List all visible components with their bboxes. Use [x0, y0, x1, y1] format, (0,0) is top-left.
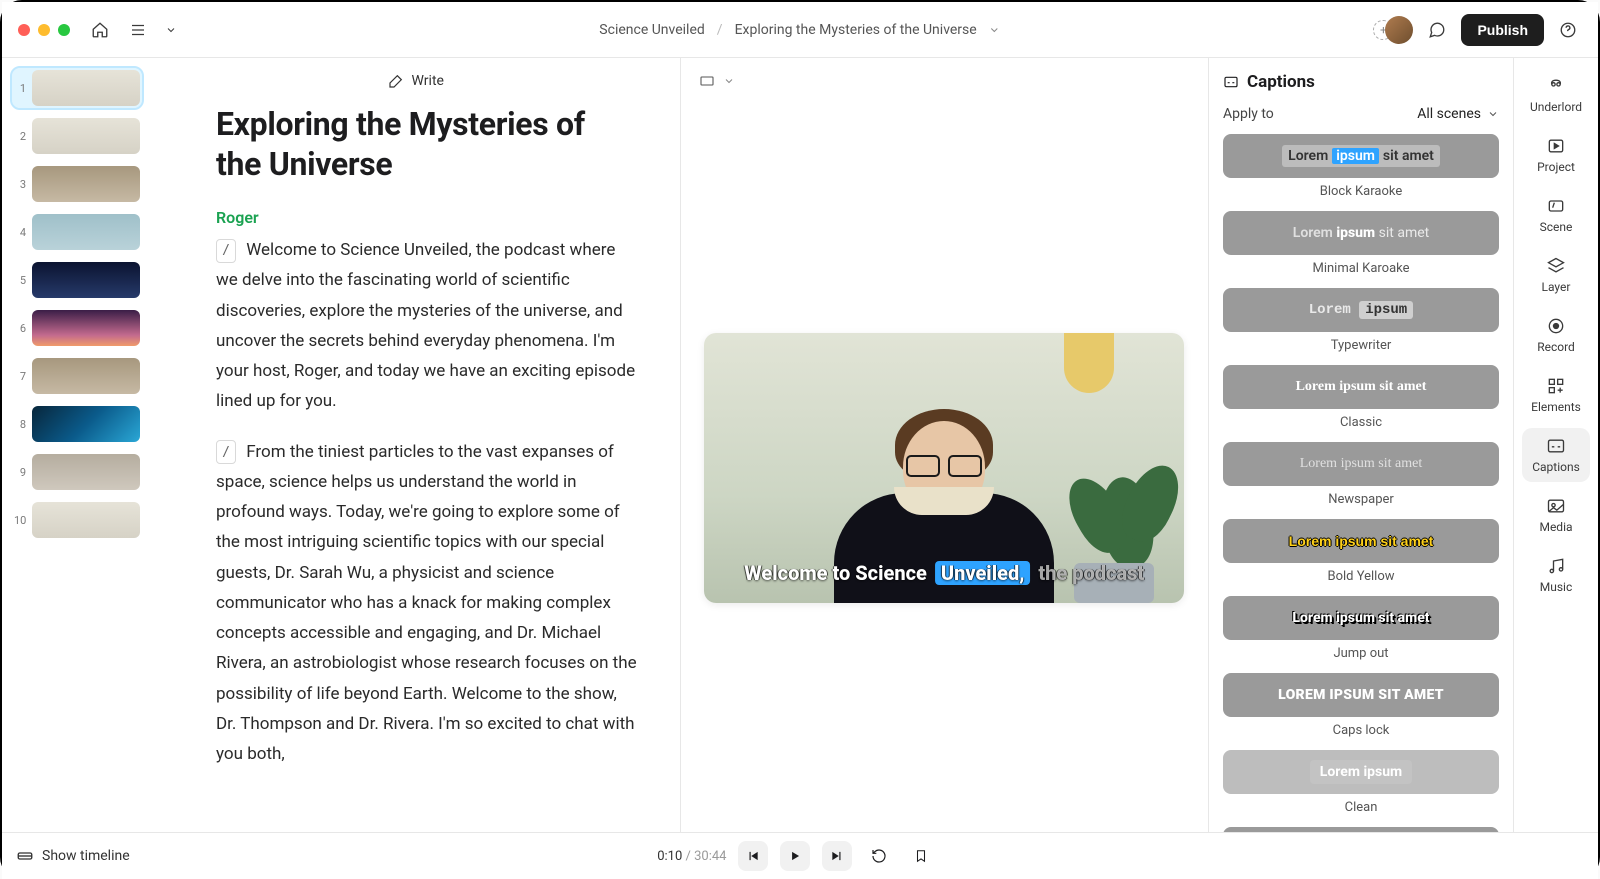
preset-typewriter[interactable]: Lorem ipsum Typewriter — [1223, 288, 1499, 353]
scene-marker-icon: / — [216, 239, 236, 263]
content: Write Exploring the Mysteries of the Uni… — [152, 58, 1208, 832]
captions-panel: Captions Apply to All scenes Lorem ipsum… — [1208, 58, 1513, 832]
caption-word: Welcome to Science — [744, 561, 927, 585]
preset-clean[interactable]: Lorem ipsum Clean — [1223, 750, 1499, 815]
scene-filmstrip: 1 2 3 4 5 6 7 8 9 10 — [2, 58, 152, 832]
bottom-bar: Show timeline 0:10 / 30:44 — [2, 832, 1598, 879]
bookmark-button[interactable] — [906, 841, 936, 871]
chevron-down-icon[interactable] — [989, 24, 1001, 36]
preset-mono[interactable]: Lorem ipsum sit amet — [1223, 827, 1499, 832]
rail-music[interactable]: Music — [1522, 548, 1590, 602]
scene-thumb-2[interactable]: 2 — [12, 116, 142, 156]
page-title[interactable]: Exploring the Mysteries of the Universe — [216, 104, 636, 184]
script-body[interactable]: Exploring the Mysteries of the Universe … — [152, 104, 680, 832]
collaborators[interactable]: + — [1373, 16, 1413, 44]
script-tabs: Write — [152, 58, 680, 104]
rail-underlord[interactable]: Underlord — [1522, 68, 1590, 122]
caption-overlay: Welcome to Science Unveiled, the podcast — [744, 561, 1144, 585]
preset-newspaper[interactable]: Lorem ipsum sit amet Newspaper — [1223, 442, 1499, 507]
rail-scene[interactable]: Scene — [1522, 188, 1590, 242]
window-controls — [18, 24, 70, 36]
script-paragraph-2[interactable]: / From the tiniest particles to the vast… — [216, 437, 640, 770]
tool-rail: Underlord Project Scene Layer Record Ele… — [1513, 58, 1598, 832]
apply-to-label: Apply to — [1223, 106, 1274, 122]
show-timeline-button[interactable]: Show timeline — [16, 847, 130, 865]
scene-thumb-7[interactable]: 7 — [12, 356, 142, 396]
minimize-window-icon[interactable] — [38, 24, 50, 36]
main: 1 2 3 4 5 6 7 8 9 10 Write Exploring the… — [2, 58, 1598, 832]
scene-thumb-3[interactable]: 3 — [12, 164, 142, 204]
speaker-label[interactable]: Roger — [216, 208, 640, 227]
scene-thumb-1[interactable]: 1 — [12, 68, 142, 108]
apply-to-selector[interactable]: All scenes — [1417, 106, 1499, 122]
rail-record[interactable]: Record — [1522, 308, 1590, 362]
scene-thumb-5[interactable]: 5 — [12, 260, 142, 300]
breadcrumb-episode[interactable]: Exploring the Mysteries of the Universe — [735, 22, 977, 38]
home-button[interactable] — [86, 16, 114, 44]
rail-media[interactable]: Media — [1522, 488, 1590, 542]
captions-icon — [1223, 74, 1239, 90]
apply-to-row: Apply to All scenes — [1223, 106, 1499, 122]
tab-write[interactable]: Write — [412, 73, 444, 89]
scene-marker-icon: / — [216, 440, 236, 464]
breadcrumb: Science Unveiled / Exploring the Mysteri… — [599, 22, 1000, 38]
preset-minimal-karaoke[interactable]: Lorem ipsum sit amet Minimal Karoake — [1223, 211, 1499, 276]
scene-thumb-9[interactable]: 9 — [12, 452, 142, 492]
publish-button[interactable]: Publish — [1461, 14, 1544, 46]
chevron-down-icon — [1487, 108, 1499, 120]
preview-column: Welcome to Science Unveiled, the podcast — [681, 58, 1209, 832]
next-scene-button[interactable] — [822, 841, 852, 871]
help-button[interactable] — [1554, 16, 1582, 44]
script-paragraph-1[interactable]: / Welcome to Science Unveiled, the podca… — [216, 235, 640, 417]
rail-elements[interactable]: Elements — [1522, 368, 1590, 422]
transport-controls: 0:10 / 30:44 — [657, 841, 936, 871]
pencil-icon — [388, 73, 404, 89]
preview-lamp-decor — [1064, 333, 1114, 393]
timeline-icon — [16, 847, 34, 865]
caption-word-highlighted: Unveiled, — [935, 561, 1031, 585]
scene-thumb-8[interactable]: 8 — [12, 404, 142, 444]
breadcrumb-project[interactable]: Science Unveiled — [599, 22, 704, 38]
close-window-icon[interactable] — [18, 24, 30, 36]
preset-jump-out[interactable]: Lorem ipsum sit amet Jump out — [1223, 596, 1499, 661]
menu-button[interactable] — [124, 16, 152, 44]
preview-toolbar — [681, 58, 1209, 104]
caption-preset-list: Lorem ipsum sit amet Block Karaoke Lorem… — [1223, 134, 1499, 832]
scene-thumb-10[interactable]: 10 — [12, 500, 142, 540]
rail-project[interactable]: Project — [1522, 128, 1590, 182]
video-canvas[interactable]: Welcome to Science Unveiled, the podcast — [704, 333, 1184, 603]
aspect-ratio-icon[interactable] — [699, 73, 715, 89]
chevron-down-icon[interactable] — [723, 75, 735, 87]
loop-button[interactable] — [864, 841, 894, 871]
breadcrumb-separator-icon: / — [717, 22, 723, 38]
comments-button[interactable] — [1423, 16, 1451, 44]
maximize-window-icon[interactable] — [58, 24, 70, 36]
scene-thumb-6[interactable]: 6 — [12, 308, 142, 348]
topbar: Science Unveiled / Exploring the Mysteri… — [2, 2, 1598, 58]
rail-captions[interactable]: Captions — [1522, 428, 1590, 482]
script-column: Write Exploring the Mysteries of the Uni… — [152, 58, 681, 832]
preset-bold-yellow[interactable]: Lorem ipsum sit amet Bold Yellow — [1223, 519, 1499, 584]
caption-word-upcoming: the podcast — [1038, 561, 1144, 585]
prev-scene-button[interactable] — [738, 841, 768, 871]
preset-caps-lock[interactable]: LOREM IPSUM SIT AMET Caps lock — [1223, 673, 1499, 738]
avatar[interactable] — [1385, 16, 1413, 44]
menu-chevron-icon[interactable] — [162, 16, 180, 44]
preset-classic[interactable]: Lorem ipsum sit amet Classic — [1223, 365, 1499, 430]
preset-block-karaoke[interactable]: Lorem ipsum sit amet Block Karaoke — [1223, 134, 1499, 199]
scene-thumb-4[interactable]: 4 — [12, 212, 142, 252]
play-button[interactable] — [780, 841, 810, 871]
preview-area: Welcome to Science Unveiled, the podcast — [681, 104, 1209, 832]
captions-heading: Captions — [1223, 72, 1499, 92]
playhead-time: 0:10 / 30:44 — [657, 849, 726, 864]
rail-layer[interactable]: Layer — [1522, 248, 1590, 302]
